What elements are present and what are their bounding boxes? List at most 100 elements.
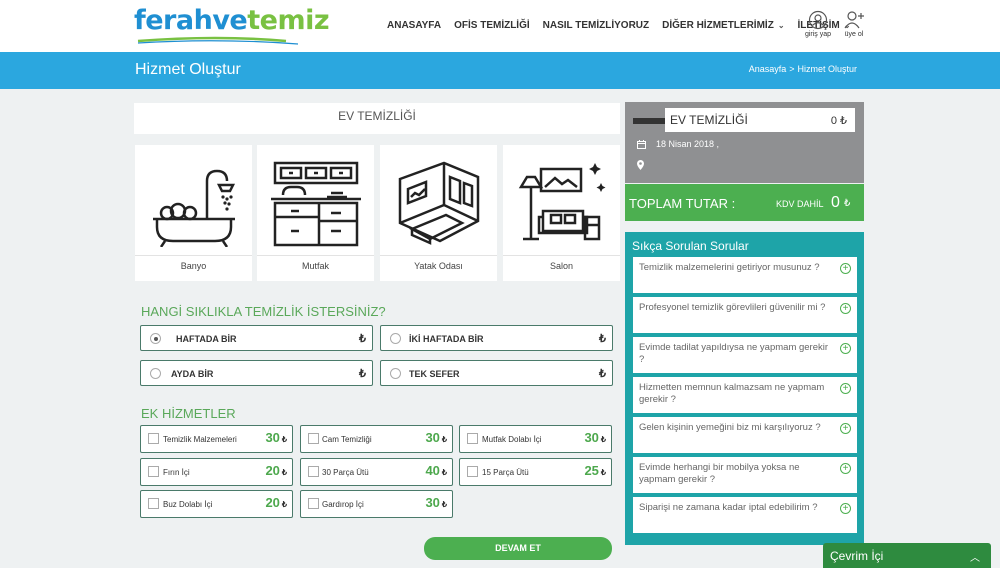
radio-button[interactable] bbox=[150, 368, 161, 379]
lira-icon: ₺ bbox=[600, 435, 606, 444]
nav-item-diger-hizmetlerimiz[interactable]: DİĞER HİZMETLERİMİZ ⌄ bbox=[662, 20, 784, 31]
lira-icon: ₺ bbox=[281, 500, 287, 509]
nav-item-ofis-temizligi[interactable]: OFİS TEMİZLİĞİ bbox=[454, 20, 530, 31]
main-nav: ANASAYFA OFİS TEMİZLİĞİ NASIL TEMİZLİYOR… bbox=[387, 20, 863, 31]
extras-heading: EK HİZMETLER bbox=[141, 406, 236, 421]
logo-part-2: temiz bbox=[247, 5, 330, 36]
lira-icon: ₺ bbox=[359, 368, 366, 380]
frequency-option-haftada-bir[interactable]: HAFTADA BİR ₺ bbox=[140, 325, 373, 351]
extra-cam-temizligi[interactable]: Cam Temizliği 30 ₺ bbox=[300, 425, 453, 453]
plus-circle-icon[interactable]: + bbox=[840, 263, 851, 274]
faq-item[interactable]: Temizlik malzemelerini getiriyor musunuz… bbox=[633, 257, 857, 293]
plus-circle-icon[interactable]: + bbox=[840, 423, 851, 434]
price-value: 30 bbox=[425, 495, 440, 510]
nav-label: NASIL TEMİZLİYORUZ bbox=[542, 20, 650, 31]
bathtub-icon bbox=[153, 169, 236, 247]
checkbox[interactable] bbox=[308, 433, 319, 444]
frequency-heading: HANGİ SIKLIKLA TEMİZLİK İSTERSİNİZ? bbox=[141, 304, 386, 319]
site-logo[interactable]: ferahvetemiz bbox=[134, 4, 330, 45]
faq-item[interactable]: Profesyonel temizlik görevlileri güvenil… bbox=[633, 297, 857, 333]
faq-question: Evimde herhangi bir mobilya yoksa ne yap… bbox=[639, 462, 800, 485]
summary-date-text: 18 Nisan 2018 , bbox=[656, 139, 720, 149]
checkbox[interactable] bbox=[467, 433, 478, 444]
plus-circle-icon[interactable]: + bbox=[840, 463, 851, 474]
extra-label: Mutfak Dolabı İçi bbox=[482, 435, 542, 444]
extra-temizlik-malzemeleri[interactable]: Temizlik Malzemeleri 30 ₺ bbox=[140, 425, 293, 453]
checkbox[interactable] bbox=[148, 433, 159, 444]
bedroom-icon bbox=[398, 161, 480, 245]
checkbox[interactable] bbox=[308, 498, 319, 509]
extra-30-parca-utu[interactable]: 30 Parça Ütü 40 ₺ bbox=[300, 458, 453, 486]
plus-circle-icon[interactable]: + bbox=[840, 343, 851, 354]
plus-circle-icon[interactable]: + bbox=[840, 503, 851, 514]
faq-question: Gelen kişinin yemeğini biz mi karşılıyor… bbox=[639, 422, 821, 433]
extra-15-parca-utu[interactable]: 15 Parça Ütü 25 ₺ bbox=[459, 458, 612, 486]
extra-buz-dolabi-ici[interactable]: Buz Dolabı İçi 20 ₺ bbox=[140, 490, 293, 518]
summary-marker bbox=[633, 118, 667, 124]
page-title: Hizmet Oluştur bbox=[135, 61, 241, 78]
extra-price: 25 ₺ bbox=[584, 463, 606, 478]
faq-item[interactable]: Hizmetten memnun kalmazsam ne yapmam ger… bbox=[633, 377, 857, 413]
extra-price: 40 ₺ bbox=[425, 463, 447, 478]
live-chat-widget[interactable]: Çevrim İçi ︿ bbox=[823, 543, 991, 568]
summary-service-name: EV TEMİZLİĞİ bbox=[670, 113, 748, 127]
living-room-icon bbox=[518, 163, 606, 241]
faq-item[interactable]: Evimde tadilat yapıldıysa ne yapmam gere… bbox=[633, 337, 857, 373]
signup-label: üye ol bbox=[844, 31, 864, 38]
signup-button[interactable]: üye ol bbox=[836, 10, 872, 38]
kitchen-icon bbox=[271, 161, 361, 247]
calendar-icon bbox=[637, 139, 646, 149]
continue-button[interactable]: DEVAM ET bbox=[424, 537, 612, 560]
lira-icon: ₺ bbox=[281, 468, 287, 477]
faq-question: Siparişi ne zamana kadar iptal edebiliri… bbox=[639, 502, 818, 513]
extra-price: 20 ₺ bbox=[265, 463, 287, 478]
user-circle-icon bbox=[808, 10, 828, 30]
login-button[interactable]: giriş yap bbox=[800, 10, 836, 38]
chevron-up-icon[interactable]: ︿ bbox=[970, 549, 980, 564]
extra-label: 15 Parça Ütü bbox=[482, 468, 529, 477]
plus-circle-icon[interactable]: + bbox=[840, 303, 851, 314]
breadcrumb-current: Hizmet Oluştur bbox=[797, 64, 857, 74]
room-card-yatak-odasi[interactable]: Yatak Odası bbox=[380, 145, 497, 281]
breadcrumb-home[interactable]: Anasayfa bbox=[749, 64, 787, 74]
summary-service-box: EV TEMİZLİĞİ 0 ₺ bbox=[665, 108, 855, 132]
frequency-option-tek-sefer[interactable]: TEK SEFER ₺ bbox=[380, 360, 613, 386]
faq-question: Evimde tadilat yapıldıysa ne yapmam gere… bbox=[639, 342, 829, 365]
room-label: Banyo bbox=[135, 255, 252, 277]
faq-item[interactable]: Gelen kişinin yemeğini biz mi karşılıyor… bbox=[633, 417, 857, 453]
nav-item-nasil-temizliyoruz[interactable]: NASIL TEMİZLİYORUZ bbox=[543, 20, 649, 31]
plus-circle-icon[interactable]: + bbox=[840, 383, 851, 394]
chevron-down-icon: ⌄ bbox=[777, 21, 785, 30]
frequency-option-iki-haftada-bir[interactable]: İKİ HAFTADA BİR ₺ bbox=[380, 325, 613, 351]
room-card-banyo[interactable]: Banyo bbox=[135, 145, 252, 281]
price-value: 40 bbox=[425, 463, 440, 478]
extra-firin-ici[interactable]: Fırın İçi 20 ₺ bbox=[140, 458, 293, 486]
room-card-mutfak[interactable]: Mutfak bbox=[257, 145, 374, 281]
checkbox[interactable] bbox=[148, 466, 159, 477]
lira-icon: ₺ bbox=[359, 333, 366, 345]
faq-item[interactable]: Evimde herhangi bir mobilya yoksa ne yap… bbox=[633, 457, 857, 493]
radio-selected[interactable] bbox=[150, 333, 161, 344]
faq-item[interactable]: Siparişi ne zamana kadar iptal edebiliri… bbox=[633, 497, 857, 533]
radio-button[interactable] bbox=[390, 333, 401, 344]
breadcrumb-separator: > bbox=[789, 64, 795, 74]
lira-icon: ₺ bbox=[599, 368, 606, 380]
nav-item-anasayfa[interactable]: ANASAYFA bbox=[387, 20, 441, 31]
radio-button[interactable] bbox=[390, 368, 401, 379]
lira-icon: ₺ bbox=[600, 468, 606, 477]
lira-icon: ₺ bbox=[599, 333, 606, 345]
faq-panel: Sıkça Sorulan Sorular Temizlik malzemele… bbox=[625, 232, 864, 545]
extra-gardirop-ici[interactable]: Gardırop İçi 30 ₺ bbox=[300, 490, 453, 518]
checkbox[interactable] bbox=[308, 466, 319, 477]
checkbox[interactable] bbox=[148, 498, 159, 509]
extra-label: Gardırop İçi bbox=[322, 500, 364, 509]
frequency-option-ayda-bir[interactable]: AYDA BİR ₺ bbox=[140, 360, 373, 386]
site-header: ferahvetemiz ANASAYFA OFİS TEMİZLİĞİ NAS… bbox=[0, 0, 1000, 52]
room-label: Yatak Odası bbox=[380, 255, 497, 277]
room-card-salon[interactable]: Salon bbox=[503, 145, 620, 281]
service-title: EV TEMİZLİĞİ bbox=[134, 103, 620, 134]
checkbox[interactable] bbox=[467, 466, 478, 477]
extra-price: 20 ₺ bbox=[265, 495, 287, 510]
frequency-label: HAFTADA BİR bbox=[176, 334, 237, 344]
extra-mutfak-dolabi-ici[interactable]: Mutfak Dolabı İçi 30 ₺ bbox=[459, 425, 612, 453]
